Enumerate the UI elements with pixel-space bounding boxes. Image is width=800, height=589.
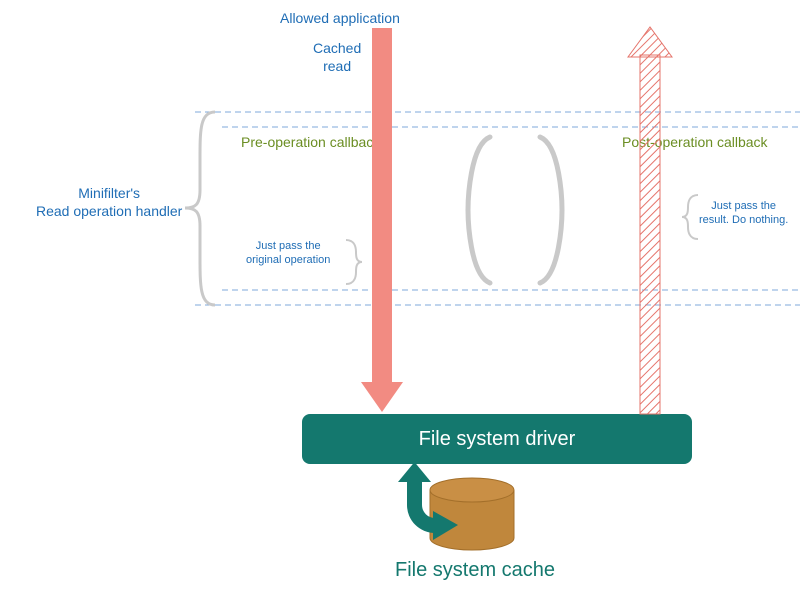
brace-large-left xyxy=(185,112,215,305)
brace-small-right xyxy=(682,195,698,239)
arrow-down-pink xyxy=(361,28,403,412)
dashed-region-lines xyxy=(195,112,800,305)
cylinder-file-system-cache xyxy=(430,478,514,550)
bracket-middle-left xyxy=(468,137,490,283)
diagram-svg xyxy=(0,0,800,589)
arrow-up-hatched xyxy=(628,27,672,414)
brace-small-left xyxy=(346,240,362,284)
bracket-middle-right xyxy=(540,137,562,283)
